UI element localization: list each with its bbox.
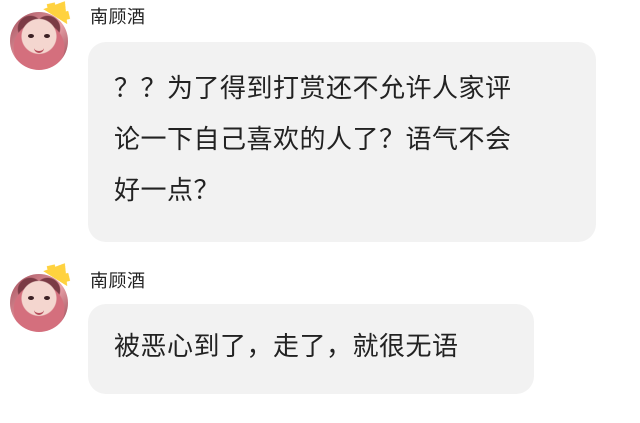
message-line: 被恶心到了，走了，就很无语 [114, 332, 459, 362]
avatar[interactable] [10, 274, 68, 332]
message-line: ？？为了得到打赏还不允许人家评 [114, 74, 512, 104]
message-bubble[interactable]: 被恶心到了，走了，就很无语 [88, 304, 534, 394]
chat-view: 南顾酒 ？？为了得到打赏还不允许人家评 论一下自己喜欢的人了？语气不会 好一点？… [0, 0, 640, 423]
avatar[interactable] [10, 12, 68, 70]
sender-name: 南顾酒 [90, 7, 146, 28]
message-bubble[interactable]: ？？为了得到打赏还不允许人家评 论一下自己喜欢的人了？语气不会 好一点？ [88, 42, 596, 242]
message-line: 论一下自己喜欢的人了？语气不会 [114, 125, 512, 155]
message-line: 好一点？ [114, 176, 221, 206]
sender-name: 南顾酒 [90, 271, 146, 292]
